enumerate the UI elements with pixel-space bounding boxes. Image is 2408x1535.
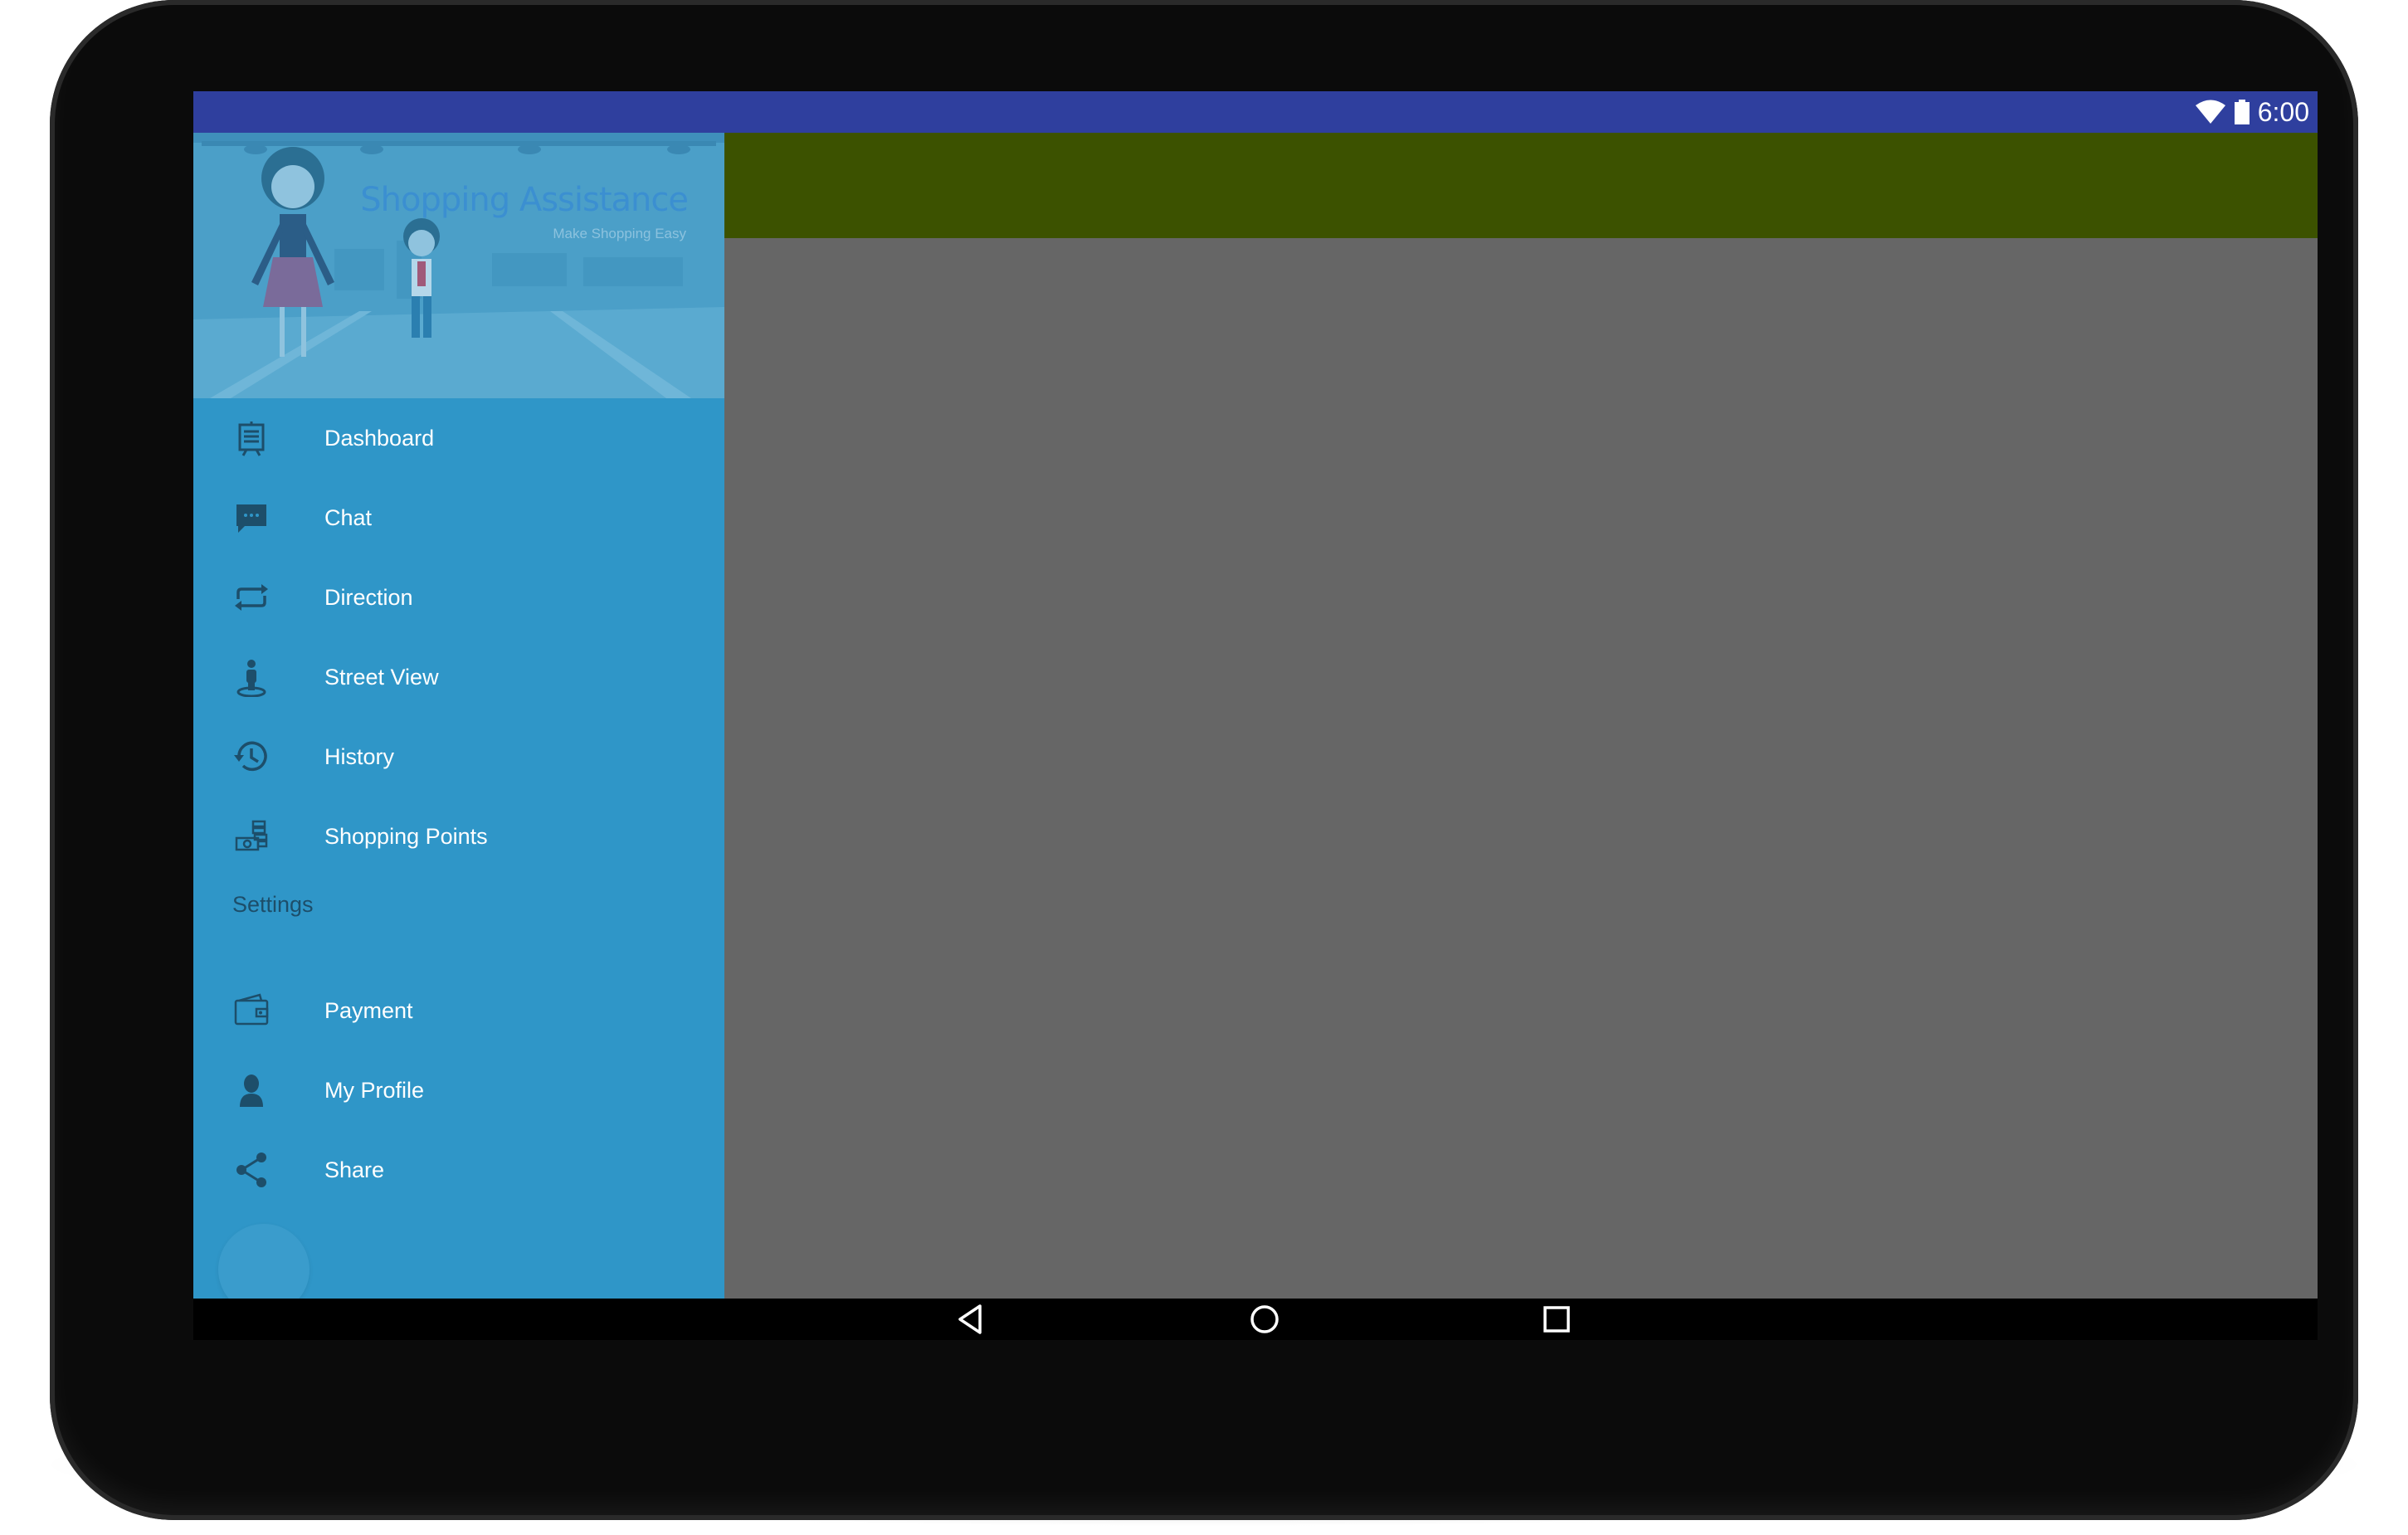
share-icon [230, 1148, 273, 1191]
chat-icon [230, 496, 273, 539]
main-content-scrim[interactable] [724, 133, 2318, 1299]
menu-label-chat: Chat [324, 504, 373, 530]
menu-label-payment: Payment [324, 997, 413, 1023]
shopping-points-icon [230, 815, 273, 858]
settings-section-title: Settings [232, 892, 314, 917]
menu-label-direction: Direction [324, 584, 413, 610]
wifi-icon [2195, 100, 2225, 124]
screen: 6:00 Shopping Assistance Make Shopping E… [193, 91, 2318, 1340]
menu-label-share: Share [324, 1157, 385, 1182]
back-icon[interactable] [951, 1299, 992, 1340]
menu-label-street-view: Street View [324, 664, 439, 690]
menu-item-dashboard[interactable]: Dashboard [193, 398, 724, 478]
history-icon [230, 735, 273, 778]
menu-item-street-view[interactable]: Street View [193, 637, 724, 717]
direction-icon [230, 576, 273, 619]
menu-item-payment[interactable]: Payment [193, 971, 724, 1050]
menu-item-chat[interactable]: Chat [193, 478, 724, 558]
menu-label-history: History [324, 743, 395, 769]
menu-item-history[interactable]: History [193, 717, 724, 797]
menu-item-share[interactable]: Share [193, 1130, 724, 1210]
status-bar: 6:00 [193, 91, 2318, 133]
app-title: Shopping Assistance [360, 181, 689, 219]
menu-item-direction[interactable]: Direction [193, 558, 724, 637]
person-icon [230, 1069, 273, 1112]
street-view-icon [230, 655, 273, 699]
tablet-frame: 6:00 Shopping Assistance Make Shopping E… [50, 0, 2358, 1520]
wallet-icon [230, 989, 273, 1032]
dashboard-icon [230, 417, 273, 460]
status-time: 6:00 [2257, 96, 2309, 127]
menu-label-my-profile: My Profile [324, 1077, 425, 1103]
home-icon[interactable] [1244, 1299, 1285, 1340]
system-nav-bar [193, 1299, 2318, 1340]
app-bar [724, 133, 2318, 238]
app-subtitle: Make Shopping Easy [553, 226, 686, 241]
recents-icon[interactable] [1536, 1299, 1577, 1340]
drawer-header: Shopping Assistance Make Shopping Easy [193, 133, 724, 398]
menu-label-dashboard: Dashboard [324, 425, 435, 451]
header-illustration [193, 133, 724, 398]
navigation-drawer: Shopping Assistance Make Shopping Easy D… [193, 133, 724, 1315]
menu-item-shopping-points[interactable]: Shopping Points [193, 797, 724, 876]
battery-icon [2234, 100, 2250, 124]
menu-label-shopping-points: Shopping Points [324, 823, 488, 849]
menu-item-my-profile[interactable]: My Profile [193, 1050, 724, 1130]
